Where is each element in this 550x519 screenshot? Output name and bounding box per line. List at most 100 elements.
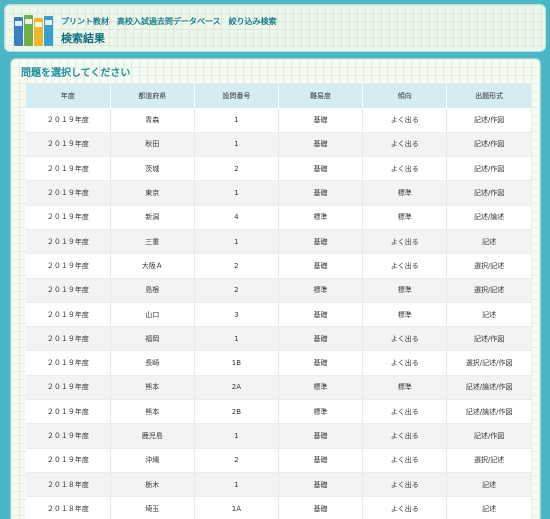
cell-year: ２０１９年度 [26,278,111,303]
cell-prefecture: 熊本 [110,399,195,425]
cell-tendency: 標準 [362,205,448,230]
table-row[interactable]: ２０１９年度 沖縄 2 基礎 よく出る 選択/記述 [26,448,531,473]
cell-format: 記述/作図 [446,108,531,133]
cell-question-number: 2B [194,399,279,425]
cell-difficulty: 基礎 [278,326,364,352]
cell-question-number: 1 [194,229,279,255]
cell-prefecture: 大阪Ａ [110,253,195,279]
cell-prefecture: 鹿児島 [110,423,195,449]
column-header-prefecture: 都道府県 [110,84,195,108]
cell-tendency: よく出る [362,350,448,376]
cell-format: 記述/論述/作図 [446,375,531,401]
cell-prefecture: 島根 [110,278,195,303]
cell-format: 記述/作図 [446,180,531,206]
cell-difficulty: 基礎 [278,302,364,328]
table-row[interactable]: ２０１９年度 秋田 1 基礎 よく出る 記述/作図 [26,132,531,158]
cell-prefecture: 沖縄 [110,448,195,473]
cell-tendency: よく出る [362,472,448,498]
table-row[interactable]: ２０１９年度 長崎 1B 基礎 よく出る 選択/記述/作図 [26,350,531,376]
header-subtitle: プリント教材 高校入試過去問データベース 絞り込み検索 [61,17,277,26]
cell-format: 記述 [446,302,531,328]
cell-question-number: 2A [194,375,279,401]
cell-question-number: 1 [194,423,279,449]
cell-difficulty: 基礎 [278,132,364,158]
cell-difficulty: 標準 [278,399,364,425]
cell-format: 記述/論述/作図 [446,399,531,425]
cell-difficulty: 標準 [278,375,364,401]
cell-year: ２０１９年度 [26,156,111,182]
cell-year: ２０１９年度 [26,229,111,255]
cell-year: ２０１９年度 [26,108,111,133]
cell-tendency: よく出る [362,326,448,352]
cell-year: ２０１９年度 [26,253,111,279]
results-table: 年度 都道府県 設問番号 難易度 傾向 出題形式 ２０１９年度 青森 1 基礎 よく出る… [26,84,531,519]
header: プリント教材 高校入試過去問データベース 絞り込み検索 検索結果 [4,4,546,52]
cell-tendency: よく出る [362,496,448,519]
cell-question-number: 1 [194,108,279,133]
cell-year: ２０１９年度 [26,423,111,449]
cell-format: 選択/記述 [446,278,531,303]
cell-tendency: よく出る [362,229,448,255]
cell-tendency: 標準 [362,302,448,328]
cell-year: ２０１８年度 [26,472,111,498]
cell-prefecture: 埼玉 [110,496,195,519]
cell-question-number: 2 [194,448,279,473]
column-header-format: 出題形式 [446,84,531,108]
cell-difficulty: 基礎 [278,156,364,182]
cell-prefecture: 青森 [110,108,195,133]
cell-question-number: 1 [194,472,279,498]
cell-prefecture: 熊本 [110,375,195,401]
cell-difficulty: 標準 [278,278,364,303]
cell-question-number: 2 [194,253,279,279]
cell-tendency: よく出る [362,448,448,473]
table-row[interactable]: ２０１９年度 山口 3 基礎 標準 記述 [26,302,531,328]
cell-difficulty: 基礎 [278,423,364,449]
cell-difficulty: 基礎 [278,180,364,206]
table-row[interactable]: ２０１９年度 熊本 2A 標準 標準 記述/論述/作図 [26,375,531,401]
table-row[interactable]: ２０１９年度 鹿児島 1 基礎 よく出る 記述/作図 [26,423,531,449]
cell-prefecture: 茨城 [110,156,195,182]
cell-year: ２０１９年度 [26,326,111,352]
cell-question-number: 1 [194,326,279,352]
table-row[interactable]: ２０１８年度 栃木 1 基礎 よく出る 記述 [26,472,531,498]
table-row[interactable]: ２０１９年度 島根 2 標準 標準 選択/記述 [26,278,531,303]
cell-format: 選択/記述/作図 [446,350,531,376]
cell-tendency: よく出る [362,132,448,158]
cell-prefecture: 東京 [110,180,195,206]
cell-difficulty: 標準 [278,205,364,230]
cell-question-number: 1B [194,350,279,376]
table-row[interactable]: ２０１９年度 熊本 2B 標準 よく出る 記述/論述/作図 [26,399,531,425]
cell-difficulty: 基礎 [278,350,364,376]
table-row[interactable]: ２０１９年度 福岡 1 基礎 よく出る 記述/作図 [26,326,531,352]
page-title: 検索結果 [61,32,105,45]
cell-difficulty: 基礎 [278,472,364,498]
cell-difficulty: 基礎 [278,108,364,133]
cell-year: ２０１９年度 [26,180,111,206]
column-header-tendency: 傾向 [362,84,448,108]
cell-prefecture: 新潟 [110,205,195,230]
table-row[interactable]: ２０１９年度 青森 1 基礎 よく出る 記述/作図 [26,108,531,133]
table-row[interactable]: ２０１９年度 東京 1 基礎 標準 記述/作図 [26,180,531,206]
table-row[interactable]: ２０１９年度 大阪Ａ 2 基礎 よく出る 選択/記述 [26,253,531,279]
cell-year: ２０１９年度 [26,448,111,473]
table-row[interactable]: ２０１８年度 埼玉 1A 基礎 よく出る 記述 [26,496,531,519]
cell-question-number: 1 [194,132,279,158]
table-row[interactable]: ２０１９年度 茨城 2 基礎 よく出る 記述/作図 [26,156,531,182]
cell-year: ２０１９年度 [26,399,111,425]
cell-tendency: 標準 [362,278,448,303]
cell-tendency: よく出る [362,399,448,425]
table-row[interactable]: ２０１９年度 新潟 4 標準 標準 記述/論述 [26,205,531,230]
cell-question-number: 3 [194,302,279,328]
cell-prefecture: 山口 [110,302,195,328]
cell-difficulty: 基礎 [278,229,364,255]
table-header-row: 年度 都道府県 設問番号 難易度 傾向 出題形式 [26,84,531,108]
table-row[interactable]: ２０１９年度 三重 1 基礎 よく出る 記述 [26,229,531,255]
cell-question-number: 1A [194,496,279,519]
cell-question-number: 4 [194,205,279,230]
cell-prefecture: 福岡 [110,326,195,352]
cell-format: 記述/作図 [446,423,531,449]
cell-format: 選択/記述 [446,253,531,279]
column-header-difficulty: 難易度 [278,84,364,108]
cell-prefecture: 長崎 [110,350,195,376]
cell-year: ２０１９年度 [26,132,111,158]
